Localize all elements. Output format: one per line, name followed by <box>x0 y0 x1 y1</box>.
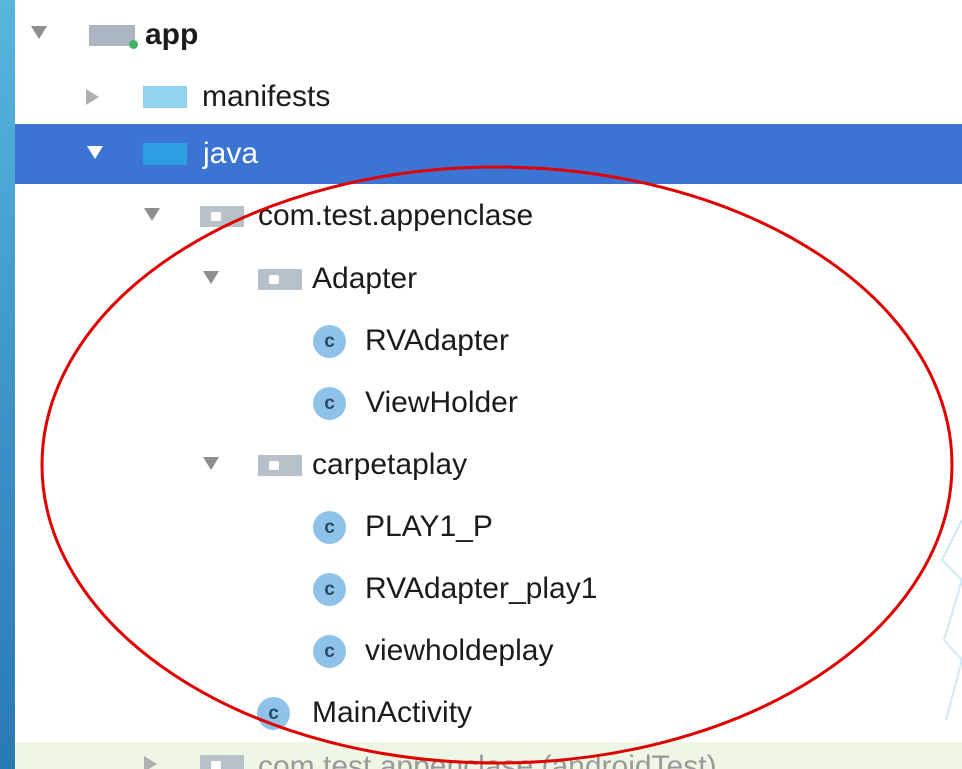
tree-label-class: RVAdapter <box>365 324 509 357</box>
java-folder-icon <box>143 143 187 165</box>
expand-arrow-icon[interactable] <box>31 26 47 39</box>
folder-icon <box>143 86 187 108</box>
tree-label-java: java <box>203 137 259 170</box>
tree-row-carpetaplay[interactable]: carpetaplay <box>15 435 962 497</box>
expand-arrow-icon[interactable] <box>144 208 160 221</box>
tree-row-class[interactable]: c RVAdapter_play1 <box>15 559 962 621</box>
collapse-arrow-icon[interactable] <box>144 756 157 769</box>
tree-label-package: com.test.appenclase <box>258 199 534 232</box>
tree-label-mainactivity: MainActivity <box>312 696 473 729</box>
tree-row-class[interactable]: c viewholdeplay <box>15 621 962 683</box>
package-icon <box>258 455 302 476</box>
module-folder-icon <box>89 25 138 49</box>
slide-decoration <box>940 520 962 720</box>
tree-row-class[interactable]: c ViewHolder <box>15 373 962 435</box>
class-icon: c <box>313 573 346 606</box>
project-tree-panel: app manifests java com.test.appenclase A… <box>15 0 962 769</box>
tree-label-app: app <box>145 18 199 51</box>
tree-label-manifests: manifests <box>202 80 331 113</box>
tree-row-manifests[interactable]: manifests <box>15 66 962 128</box>
class-icon: c <box>313 325 346 358</box>
expand-arrow-icon[interactable] <box>87 146 103 159</box>
class-icon: c <box>313 387 346 420</box>
tree-label-class: viewholdeplay <box>365 634 554 667</box>
tree-label-class: ViewHolder <box>365 386 518 419</box>
expand-arrow-icon[interactable] <box>203 271 219 284</box>
tree-label-android-test: com.test.appenclase (androidTest) <box>258 750 717 769</box>
tree-row-package[interactable]: com.test.appenclase <box>15 186 962 248</box>
tree-row-android-test[interactable]: com.test.appenclase (androidTest) <box>15 742 962 769</box>
tree-row-java[interactable]: java <box>15 124 962 184</box>
tree-row-class[interactable]: c PLAY1_P <box>15 497 962 559</box>
tree-label-class: PLAY1_P <box>365 510 493 543</box>
tree-label-class: RVAdapter_play1 <box>365 572 598 605</box>
tree-row-app[interactable]: app <box>15 4 962 66</box>
class-icon: c <box>313 511 346 544</box>
class-icon: c <box>257 697 290 730</box>
tree-label-carpetaplay: carpetaplay <box>312 448 468 481</box>
class-icon: c <box>313 635 346 668</box>
package-icon <box>200 206 244 227</box>
tree-row-adapter[interactable]: Adapter <box>15 249 962 311</box>
tree-label-adapter: Adapter <box>312 262 418 295</box>
tree-row-class[interactable]: c RVAdapter <box>15 311 962 373</box>
expand-arrow-icon[interactable] <box>203 457 219 470</box>
package-icon <box>200 755 244 769</box>
tree-row-mainactivity[interactable]: c MainActivity <box>15 683 962 745</box>
package-icon <box>258 269 302 290</box>
collapse-arrow-icon[interactable] <box>86 89 99 105</box>
